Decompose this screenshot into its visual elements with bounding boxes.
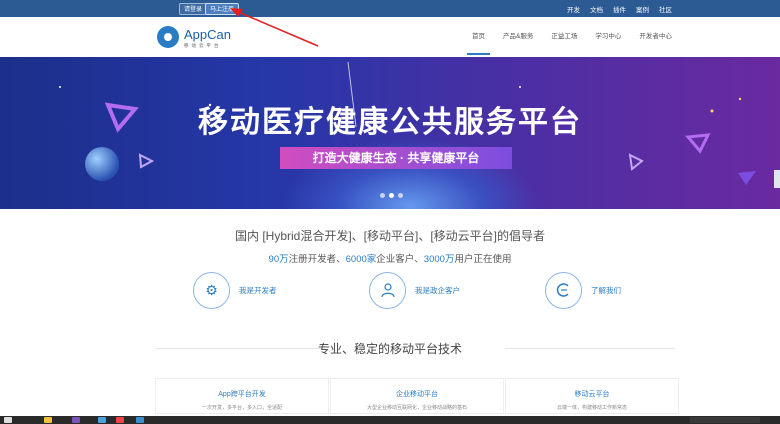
card-enterprise[interactable]: 我是政企客户	[369, 270, 460, 310]
editor-app-icon[interactable]	[72, 417, 80, 423]
panel-mobile-cloud[interactable]: 移动云平台 云端一体，构建移动工作新常态	[505, 378, 679, 414]
user-icon	[369, 271, 406, 309]
appcan-logo-icon	[157, 26, 179, 48]
stat-users-value: 3000万	[423, 254, 455, 265]
panel-title: 移动云平台	[574, 391, 610, 398]
carousel-dots	[380, 193, 403, 198]
top-links: 开发 文档 插件 案例 社区	[567, 0, 672, 17]
stat-enterprises-text: 企业客户、	[376, 254, 424, 265]
carousel-dot[interactable]	[398, 193, 403, 198]
panel-title: App跨平台开发	[218, 391, 266, 398]
nav-products[interactable]: 产品&服务	[494, 17, 542, 57]
card-about-label: 了解我们	[591, 285, 621, 295]
panel-desc: 云端一体，构建移动工作新常态	[556, 405, 627, 411]
side-scroll-handle[interactable]	[774, 170, 780, 188]
card-enterprise-label: 我是政企客户	[415, 285, 460, 295]
panel-desc: 大型企业移动互联网化，企业移动战略的基石	[366, 405, 467, 411]
intro-headline: 国内 [Hybrid混合开发]、[移动平台]、[移动云平台]的倡导者	[234, 229, 545, 243]
top-link-docs[interactable]: 文档	[590, 4, 603, 14]
panel-title: 企业移动平台	[396, 391, 438, 398]
site-header: AppCan 移动云平台 首页 产品&服务 正益工场 学习中心 开发者中心	[0, 17, 780, 57]
top-utility-bar: 请登录 马上注册 开发 文档 插件 案例 社区	[0, 0, 780, 17]
carousel-dot-active[interactable]	[389, 193, 394, 198]
banner-title: 移动医疗健康公共服务平台	[198, 106, 582, 139]
nav-learning[interactable]: 学习中心	[586, 17, 630, 57]
top-link-plugins[interactable]: 插件	[613, 4, 626, 14]
hero-banner[interactable]: 移动医疗健康公共服务平台 打造大健康生态 · 共享健康平台	[0, 57, 780, 209]
file-explorer-icon[interactable]	[44, 417, 52, 423]
nav-home[interactable]: 首页	[463, 17, 494, 57]
stat-developers-text: 注册开发者、	[288, 254, 346, 265]
login-button[interactable]: 请登录	[179, 3, 208, 15]
start-menu-icon[interactable]	[4, 417, 12, 423]
main-nav: 首页 产品&服务 正益工场 学习中心 开发者中心	[463, 17, 681, 57]
intro-stats: 90万注册开发者、6000家企业客户、3000万用户正在使用	[0, 251, 780, 265]
browser-icon[interactable]	[116, 417, 124, 423]
app-icon[interactable]	[136, 417, 144, 423]
nav-workshop[interactable]: 正益工场	[542, 17, 586, 57]
banner-slogan: 打造大健康生态 · 共享健康平台	[280, 147, 512, 169]
panel-enterprise-mobile[interactable]: 企业移动平台 大型企业移动互联网化，企业移动战略的基石	[330, 378, 504, 414]
stat-developers-value: 90万	[268, 254, 289, 265]
card-developer-label: 我是开发者	[239, 285, 277, 295]
stat-users-text: 用户正在使用	[454, 254, 512, 265]
panel-cross-platform[interactable]: App跨平台开发 一次开发，多平台，多入口，全适配	[155, 378, 329, 414]
carousel-dot[interactable]	[380, 193, 385, 198]
app-icon[interactable]	[98, 417, 106, 423]
banner-small-planet	[85, 147, 119, 181]
gear-icon: ⚙	[193, 271, 230, 309]
section-divider-right	[505, 348, 675, 349]
annotation-arrow-icon	[230, 8, 319, 47]
top-link-develop[interactable]: 开发	[567, 4, 580, 14]
stat-enterprises-value: 6000家	[345, 254, 377, 265]
top-link-community[interactable]: 社区	[659, 4, 672, 14]
nav-developer-center[interactable]: 开发者中心	[630, 17, 681, 57]
top-link-cases[interactable]: 案例	[636, 4, 649, 14]
system-tray[interactable]	[690, 417, 760, 423]
logo-c-icon	[545, 271, 582, 309]
panel-desc: 一次开发，多平台，多入口，全适配	[201, 405, 282, 411]
os-taskbar	[0, 416, 780, 424]
card-developer[interactable]: ⚙ 我是开发者	[193, 270, 277, 310]
card-about[interactable]: 了解我们	[545, 270, 621, 310]
